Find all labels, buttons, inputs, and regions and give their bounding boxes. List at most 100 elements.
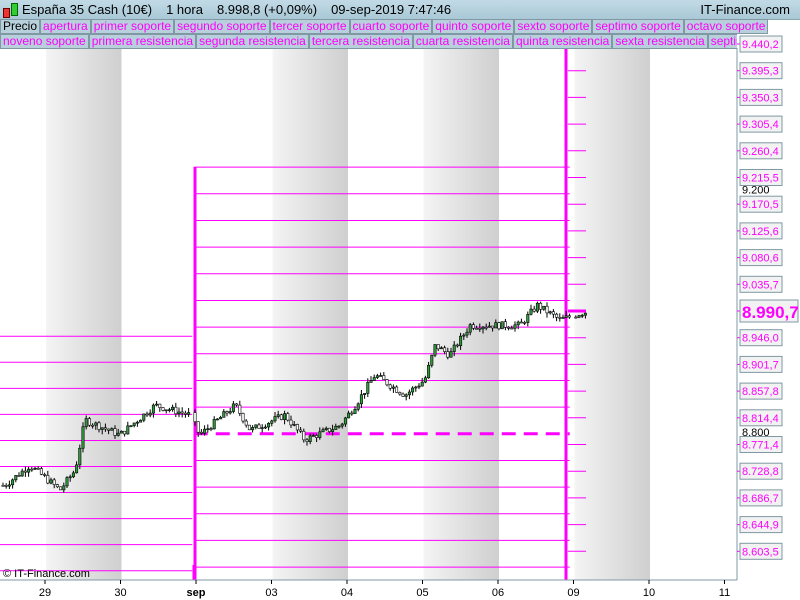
candle <box>439 347 443 350</box>
candle <box>299 429 303 432</box>
candle <box>539 302 543 310</box>
candle <box>62 485 66 491</box>
level-label: 8.857,8 <box>742 386 779 398</box>
candle <box>36 467 40 470</box>
candle <box>14 475 18 481</box>
price-chart[interactable]: 9.2009.0008.8009.440,29.395,39.350,39.30… <box>0 0 800 600</box>
candle <box>94 422 98 426</box>
candle <box>455 344 459 347</box>
level-label: 9.260,4 <box>742 146 779 158</box>
legend-item[interactable]: quinto soporte <box>432 19 515 34</box>
candle <box>75 464 79 474</box>
day-band <box>423 48 499 580</box>
candle <box>574 316 578 319</box>
level-label: 9.170,5 <box>742 199 779 211</box>
candle <box>542 305 546 310</box>
x-tick-label: sep <box>187 587 206 599</box>
candle <box>519 321 523 324</box>
candle <box>270 420 274 424</box>
legend-item[interactable]: primer soporte <box>90 19 175 34</box>
candle <box>276 414 280 417</box>
legend-item[interactable]: sexta resistencia <box>612 34 708 49</box>
x-tick-label: 05 <box>416 587 428 599</box>
legend-item[interactable]: segundo soporte <box>174 19 270 34</box>
candle <box>1 484 5 487</box>
candle <box>206 428 210 430</box>
candle <box>228 411 232 414</box>
day-band <box>272 48 348 580</box>
candle <box>433 344 437 356</box>
candle <box>107 428 111 431</box>
candle <box>151 404 155 414</box>
candle <box>491 325 495 329</box>
candle <box>17 475 21 477</box>
candle <box>417 385 421 388</box>
legend-item[interactable]: tercer soporte <box>269 19 350 34</box>
candle <box>212 419 216 430</box>
candle <box>23 470 27 473</box>
candlestick-icon <box>0 1 22 19</box>
candle <box>369 380 373 383</box>
candle <box>382 375 386 380</box>
candle <box>247 424 251 431</box>
candle <box>260 427 264 429</box>
legend-item[interactable]: septima resistencia <box>707 34 737 49</box>
candle <box>577 315 581 318</box>
legend-item[interactable]: tercera resistencia <box>308 34 413 49</box>
candle <box>468 324 472 333</box>
x-tick-label: 04 <box>341 587 353 599</box>
candle <box>305 439 309 442</box>
candle <box>529 308 533 315</box>
candle <box>561 317 565 319</box>
legend-item[interactable]: segunda resistencia <box>196 34 309 49</box>
candle <box>161 407 165 411</box>
candle <box>180 411 184 414</box>
legend-item[interactable]: noveno soporte <box>0 34 89 49</box>
legend-item[interactable]: cuarto soporte <box>349 19 433 34</box>
candle <box>407 391 411 396</box>
candle <box>139 419 143 423</box>
candle <box>567 315 571 318</box>
legend-item[interactable]: apertura <box>40 19 91 34</box>
candle <box>516 321 520 326</box>
legend-row-1: Precio apertura primer soporte segundo sopo… <box>0 19 769 34</box>
timeframe[interactable]: 1 hora <box>166 2 203 17</box>
legend-item[interactable]: sexto soporte <box>514 19 593 34</box>
candle <box>110 428 114 431</box>
candle <box>532 308 536 312</box>
legend-item[interactable]: quinta resistencia <box>512 34 613 49</box>
candle <box>359 394 363 405</box>
candle <box>500 321 504 330</box>
candle <box>209 428 213 430</box>
candle <box>225 411 229 414</box>
candle <box>142 413 146 421</box>
legend-item[interactable]: cuarta resistencia <box>412 34 513 49</box>
legend-item[interactable]: octavo soporte <box>683 19 769 34</box>
x-tick-label: 10 <box>643 587 655 599</box>
candle <box>235 403 239 406</box>
candle <box>11 479 15 486</box>
candle <box>423 377 427 383</box>
candle <box>564 315 568 318</box>
candle <box>119 430 123 434</box>
candle <box>420 381 424 387</box>
candle <box>411 387 415 393</box>
legend-item[interactable]: Precio <box>0 19 41 34</box>
candle <box>257 424 261 429</box>
candle <box>135 421 139 424</box>
candle <box>487 325 491 328</box>
level-label: 8.901,7 <box>742 359 779 371</box>
candle <box>583 312 587 316</box>
legend-item[interactable]: primera resistencia <box>88 34 197 49</box>
last-price: 8.998,8 (+0,09%) <box>216 2 318 17</box>
candle <box>523 322 527 324</box>
legend-item[interactable]: septimo soporte <box>592 19 684 34</box>
candle <box>129 425 133 427</box>
x-tick-label: 09 <box>567 587 579 599</box>
candle <box>318 431 322 438</box>
candle <box>401 393 405 397</box>
candle <box>503 321 507 328</box>
candle <box>203 428 207 434</box>
level-label: 9.035,7 <box>742 279 779 291</box>
candle <box>391 386 395 389</box>
